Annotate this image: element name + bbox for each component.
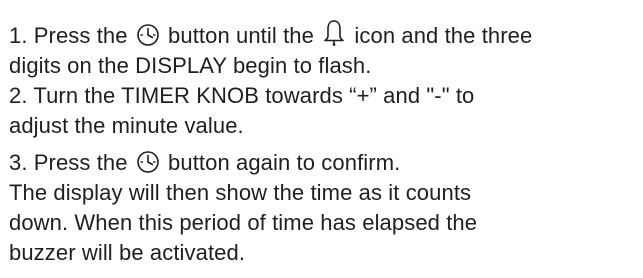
step-1-text-a: 1. Press the (9, 23, 128, 48)
step-1-text-b: button until the (168, 23, 314, 48)
step-3-text-a: 3. Press the (9, 150, 128, 175)
bell-icon (322, 20, 346, 47)
clock-icon (136, 23, 160, 47)
step-1-line-1: 1. Press the button until the icon and t… (9, 20, 639, 51)
step-3-line-1: 3. Press the button again to confirm. (9, 148, 639, 178)
step-3-line-3: down. When this period of time has elaps… (9, 210, 478, 235)
step-1-line-2: digits on the DISPLAY begin to flash. (9, 53, 372, 78)
step-2-line-1: 2. Turn the TIMER KNOB towards “+” and "… (9, 83, 475, 108)
step-2-line-2: adjust the minute value. (9, 113, 244, 138)
instruction-text: 1. Press the button until the icon and t… (9, 0, 639, 268)
clock-icon (136, 150, 160, 174)
step-1-text-c: icon and the three (354, 23, 533, 48)
step-3-text-b: button again to confirm. (168, 150, 401, 175)
step-3-line-2: The display will then show the time as i… (9, 180, 472, 205)
step-3-line-4: buzzer will be activated. (9, 240, 246, 265)
